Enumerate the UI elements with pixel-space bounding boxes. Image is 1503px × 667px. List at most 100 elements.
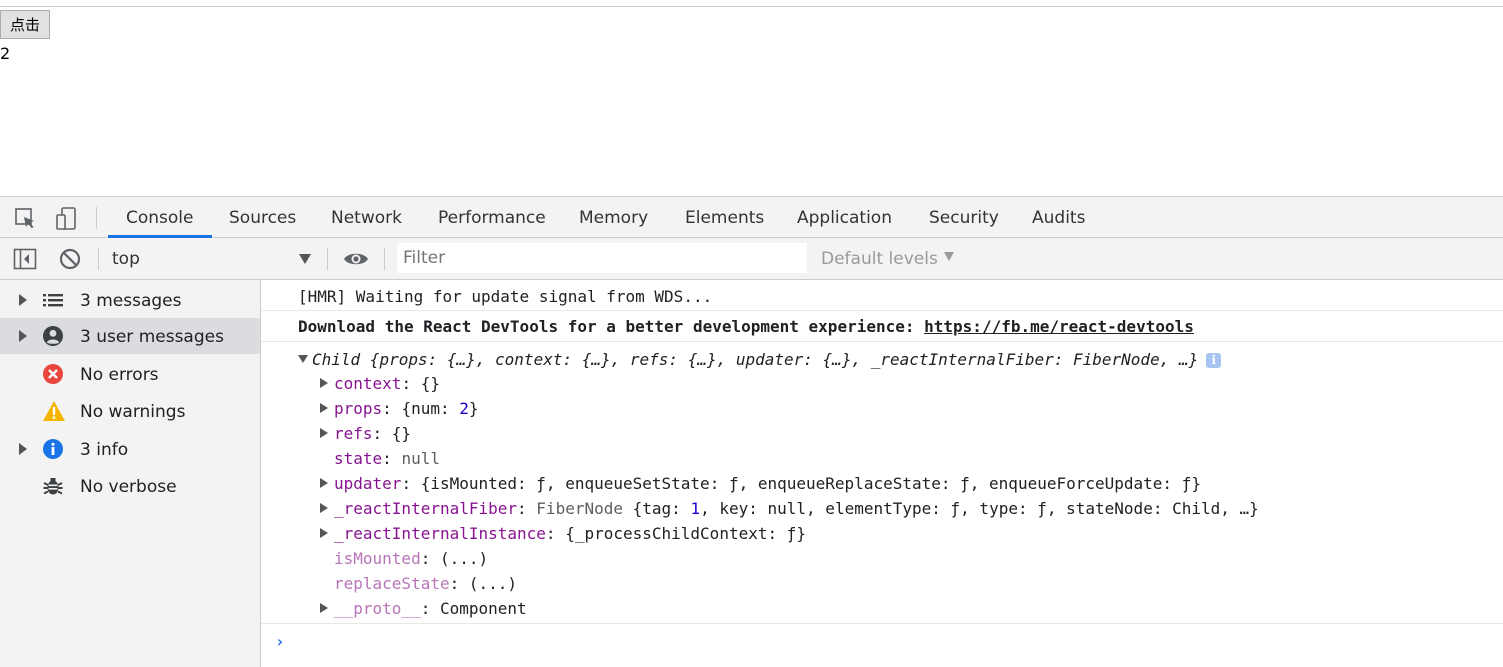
property-colon: : xyxy=(420,549,440,568)
sidebar-item-label: 3 user messages xyxy=(80,327,224,347)
sidebar-item-label: 3 info xyxy=(80,440,129,460)
sidebar-item-label: 3 messages xyxy=(80,291,182,311)
console-toolbar: top Default levels xyxy=(0,238,1503,280)
expand-caret-icon[interactable] xyxy=(320,378,328,388)
object-summary[interactable]: Child {props: {…}, context: {…}, refs: {… xyxy=(298,350,1222,369)
sidebar-item-info[interactable]: 3 info xyxy=(0,431,260,467)
tab-elements[interactable]: Elements xyxy=(667,197,782,238)
toolbar-separator xyxy=(384,248,385,270)
property-type: FiberNode xyxy=(536,499,623,518)
property-key: _reactInternalInstance xyxy=(334,524,546,543)
object-property-props[interactable]: props: {num: 2} xyxy=(320,399,479,418)
tab-audits[interactable]: Audits xyxy=(1014,197,1103,238)
toolbar-separator xyxy=(327,248,328,270)
toolbar-separator xyxy=(98,248,99,270)
click-button[interactable]: 点击 xyxy=(0,10,51,39)
console-prompt-icon[interactable]: › xyxy=(275,632,285,651)
expand-caret-icon[interactable] xyxy=(320,428,328,438)
property-value[interactable]: (...) xyxy=(440,549,488,568)
expand-caret-icon[interactable] xyxy=(320,478,328,488)
eye-icon[interactable] xyxy=(343,247,368,271)
info-badge-icon[interactable]: i xyxy=(1206,353,1222,368)
clear-console-icon[interactable] xyxy=(58,247,82,271)
collapse-caret-icon[interactable] xyxy=(298,355,308,363)
sidebar-item-verbose[interactable]: No verbose xyxy=(0,468,260,504)
object-property-is-mounted[interactable]: isMounted: (...) xyxy=(334,549,488,568)
sidebar-item-label: No warnings xyxy=(80,402,186,422)
page-viewport: 点击 2 xyxy=(0,0,1503,196)
tab-memory[interactable]: Memory xyxy=(561,197,666,238)
tab-application[interactable]: Application xyxy=(779,197,910,238)
property-value: Component xyxy=(439,599,527,618)
page-top-border xyxy=(0,6,1503,7)
log-levels-dropdown[interactable]: Default levels xyxy=(821,238,954,279)
inspect-element-icon[interactable] xyxy=(14,207,38,231)
property-colon: : xyxy=(401,474,421,493)
tab-console[interactable]: Console xyxy=(108,197,212,238)
property-key: __proto__ xyxy=(334,599,421,618)
console-sidebar: 3 messages 3 user messages No errors No … xyxy=(0,280,261,667)
property-colon: : xyxy=(517,499,537,518)
object-property-context[interactable]: context: {} xyxy=(320,374,440,393)
info-icon xyxy=(42,438,64,460)
tab-sources[interactable]: Sources xyxy=(211,197,314,238)
property-key: _reactInternalFiber xyxy=(334,499,518,518)
expand-caret-icon[interactable] xyxy=(320,528,328,538)
property-value: {} xyxy=(420,374,440,393)
property-colon: : xyxy=(449,574,469,593)
sidebar-item-user-messages[interactable]: 3 user messages xyxy=(0,318,260,354)
console-message-line: Download the React DevTools for a better… xyxy=(298,317,1194,336)
react-devtools-link[interactable]: https://fb.me/react-devtools xyxy=(924,317,1194,336)
warning-icon xyxy=(42,400,65,422)
sidebar-toggle-icon[interactable] xyxy=(13,247,37,271)
console-message: [HMR] Waiting for update signal from WDS… xyxy=(261,280,1503,311)
property-key: isMounted xyxy=(334,549,421,568)
object-property-refs[interactable]: refs: {} xyxy=(320,424,411,443)
expand-caret-icon[interactable] xyxy=(320,603,328,613)
expand-caret-icon[interactable] xyxy=(19,443,27,455)
property-value[interactable]: (...) xyxy=(469,574,517,593)
tab-network[interactable]: Network xyxy=(313,197,420,238)
object-property-updater[interactable]: updater: {isMounted: ƒ, enqueueSetState:… xyxy=(320,474,1201,493)
expand-caret-icon[interactable] xyxy=(19,294,27,306)
property-number: 1 xyxy=(690,499,701,518)
property-colon: : xyxy=(382,449,402,468)
list-icon xyxy=(42,289,64,311)
property-colon: : xyxy=(545,524,566,543)
property-key: refs xyxy=(334,424,373,443)
property-key: replaceState xyxy=(334,574,450,593)
property-value: {tag: xyxy=(623,499,691,518)
console-message-text: [HMR] Waiting for update signal from WDS… xyxy=(298,287,713,306)
device-toolbar-icon[interactable] xyxy=(55,207,79,231)
property-value: , key: null, elementType: ƒ, type: ƒ, st… xyxy=(700,499,1259,518)
sidebar-item-label: No verbose xyxy=(80,477,177,497)
property-value: {_processChildContext: ƒ} xyxy=(565,524,807,543)
object-property-proto[interactable]: __proto__: Component xyxy=(320,599,527,618)
property-colon: : xyxy=(372,424,392,443)
chevron-down-icon[interactable] xyxy=(299,254,311,264)
object-preview: {props: {…}, context: {…}, refs: {…}, up… xyxy=(360,350,1199,369)
console-message: Download the React DevTools for a better… xyxy=(261,311,1503,342)
object-property-react-internal-instance[interactable]: _reactInternalInstance: {_processChildCo… xyxy=(320,524,806,543)
object-property-state: state: null xyxy=(334,449,440,468)
filter-input[interactable] xyxy=(397,243,807,273)
property-key: state xyxy=(334,449,383,468)
expand-caret-icon[interactable] xyxy=(19,330,27,342)
object-class-name: Child xyxy=(312,350,361,369)
object-property-replace-state[interactable]: replaceState: (...) xyxy=(334,574,517,593)
sidebar-item-errors[interactable]: No errors xyxy=(0,356,260,392)
sidebar-item-messages[interactable]: 3 messages xyxy=(0,282,260,318)
expand-caret-icon[interactable] xyxy=(320,503,328,513)
object-property-react-internal-fiber[interactable]: _reactInternalFiber: FiberNode {tag: 1, … xyxy=(320,499,1259,518)
property-key: props xyxy=(334,399,383,418)
expand-caret-icon[interactable] xyxy=(320,403,328,413)
sidebar-item-warnings[interactable]: No warnings xyxy=(0,393,260,429)
context-selector[interactable]: top xyxy=(112,238,140,279)
property-value: null xyxy=(401,449,440,468)
console-output: [HMR] Waiting for update signal from WDS… xyxy=(261,280,1503,667)
tab-security[interactable]: Security xyxy=(911,197,1017,238)
property-colon: : xyxy=(420,599,440,618)
property-colon: : xyxy=(401,374,421,393)
tab-performance[interactable]: Performance xyxy=(420,197,564,238)
devtools-panel: Console Sources Network Performance Memo… xyxy=(0,196,1503,667)
